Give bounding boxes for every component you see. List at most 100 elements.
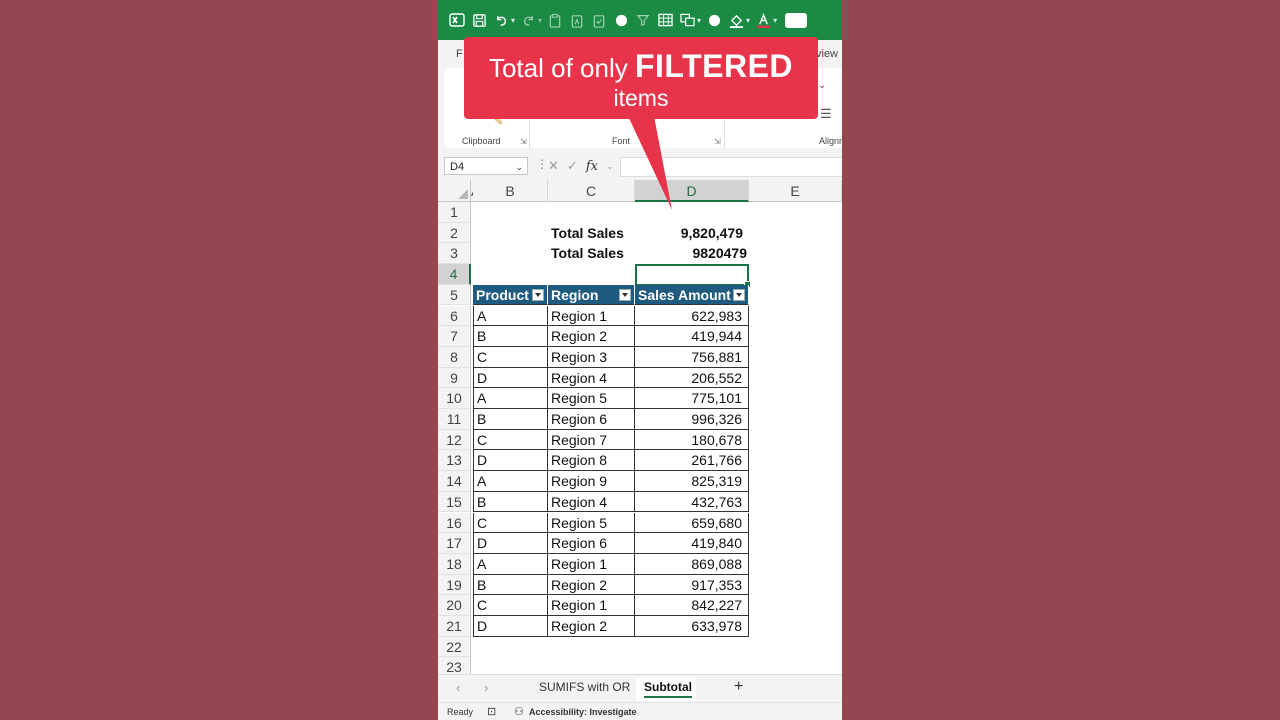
sales-amount-cell[interactable]: 622,983 <box>635 305 749 327</box>
filter-dropdown-icon[interactable] <box>619 288 631 301</box>
chevron-down-icon[interactable]: ⌄ <box>515 158 523 176</box>
row-header-5[interactable]: 5 <box>438 284 471 306</box>
accessibility-status[interactable]: Accessibility: Investigate <box>529 707 637 717</box>
product-cell[interactable]: C <box>473 429 548 451</box>
chevron-down-icon[interactable]: ▾ <box>697 16 701 25</box>
row-header-9[interactable]: 9 <box>438 367 471 389</box>
tab-sumifs-with-or[interactable]: SUMIFS with OR <box>539 680 630 694</box>
chevron-down-icon[interactable]: ▾ <box>773 16 777 25</box>
circle-icon[interactable] <box>612 11 630 29</box>
clipboard-icon[interactable] <box>546 11 564 29</box>
dialog-launcher-icon[interactable]: ⇲ <box>714 137 721 146</box>
select-all-corner[interactable] <box>438 180 471 202</box>
summary-value[interactable]: 9820479 <box>635 243 749 264</box>
product-cell[interactable]: C <box>473 595 548 616</box>
active-cell-d4[interactable] <box>635 264 751 288</box>
row-header-1[interactable]: 1 <box>438 202 471 223</box>
region-cell[interactable]: Region 1 <box>548 305 635 327</box>
product-cell[interactable]: D <box>473 616 548 637</box>
indent-icon[interactable]: ☰ <box>820 106 832 122</box>
row-header-2[interactable]: 2 <box>438 222 471 244</box>
more-icon[interactable]: ⋮ <box>536 157 548 171</box>
macro-icon[interactable]: ⊡ <box>487 705 496 718</box>
product-cell[interactable]: A <box>473 388 548 409</box>
product-cell[interactable]: D <box>473 533 548 554</box>
clipboard-a-icon[interactable] <box>568 11 586 29</box>
redo-icon[interactable] <box>519 11 537 29</box>
product-cell[interactable]: A <box>473 471 548 492</box>
region-cell[interactable]: Region 6 <box>548 409 635 430</box>
sales-amount-cell[interactable]: 432,763 <box>635 491 749 513</box>
tab-subtotal[interactable]: Subtotal <box>644 680 692 698</box>
toolbar-overflow[interactable] <box>785 12 808 28</box>
font-color-icon[interactable] <box>754 11 772 29</box>
sales-amount-cell[interactable]: 633,978 <box>635 616 749 637</box>
row-header-17[interactable]: 17 <box>438 533 471 554</box>
tab-view[interactable]: view <box>816 48 838 60</box>
sales-amount-cell[interactable]: 917,353 <box>635 574 749 596</box>
region-cell[interactable]: Region 1 <box>548 553 635 575</box>
region-cell[interactable]: Region 1 <box>548 595 635 616</box>
table-header-region[interactable]: Region <box>548 284 635 306</box>
confirm-icon[interactable]: ✓ <box>567 158 578 174</box>
chevron-down-icon[interactable]: ▾ <box>746 16 750 25</box>
chevron-down-icon[interactable]: ▾ <box>511 16 515 25</box>
region-cell[interactable]: Region 4 <box>548 491 635 513</box>
sales-amount-cell[interactable]: 206,552 <box>635 367 749 389</box>
region-cell[interactable]: Region 7 <box>548 429 635 451</box>
product-cell[interactable]: D <box>473 367 548 389</box>
sales-amount-cell[interactable]: 261,766 <box>635 450 749 472</box>
sales-amount-cell[interactable]: 659,680 <box>635 512 749 534</box>
sales-amount-cell[interactable]: 842,227 <box>635 595 749 616</box>
add-sheet-button[interactable]: + <box>734 678 743 696</box>
region-cell[interactable]: Region 4 <box>548 367 635 389</box>
filter-icon[interactable] <box>634 11 652 29</box>
sales-amount-cell[interactable]: 996,326 <box>635 409 749 430</box>
region-cell[interactable]: Region 9 <box>548 471 635 492</box>
product-cell[interactable]: B <box>473 574 548 596</box>
sales-amount-cell[interactable]: 869,088 <box>635 553 749 575</box>
product-cell[interactable]: C <box>473 512 548 534</box>
region-cell[interactable]: Region 2 <box>548 326 635 347</box>
row-header-15[interactable]: 15 <box>438 491 471 513</box>
format-icon[interactable] <box>678 11 696 29</box>
sales-amount-cell[interactable]: 180,678 <box>635 429 749 451</box>
table-icon[interactable] <box>656 11 674 29</box>
row-header-20[interactable]: 20 <box>438 595 471 616</box>
row-header-14[interactable]: 14 <box>438 471 471 492</box>
chevron-down-icon[interactable]: ⌄ <box>818 80 826 91</box>
column-header-e[interactable]: E <box>749 180 842 202</box>
row-header-21[interactable]: 21 <box>438 616 471 637</box>
sales-amount-cell[interactable]: 825,319 <box>635 471 749 492</box>
table-header-product[interactable]: Product <box>473 284 548 306</box>
product-cell[interactable]: A <box>473 553 548 575</box>
table-header-sales-amount[interactable]: Sales Amount <box>635 284 749 306</box>
row-header-13[interactable]: 13 <box>438 450 471 472</box>
row-header-11[interactable]: 11 <box>438 409 471 430</box>
row-header-3[interactable]: 3 <box>438 243 471 265</box>
region-cell[interactable]: Region 5 <box>548 512 635 534</box>
filter-dropdown-icon[interactable] <box>532 288 544 301</box>
row-header-16[interactable]: 16 <box>438 512 471 534</box>
tab-file[interactable]: F <box>456 48 463 60</box>
chevron-down-icon[interactable]: ▾ <box>538 16 542 25</box>
region-cell[interactable]: Region 2 <box>548 616 635 637</box>
region-cell[interactable]: Region 6 <box>548 533 635 554</box>
row-header-22[interactable]: 22 <box>438 636 471 658</box>
undo-icon[interactable] <box>492 11 510 29</box>
filter-dropdown-icon[interactable] <box>733 288 745 301</box>
row-header-19[interactable]: 19 <box>438 574 471 596</box>
product-cell[interactable]: A <box>473 305 548 327</box>
row-header-12[interactable]: 12 <box>438 429 471 451</box>
row-header-10[interactable]: 10 <box>438 388 471 409</box>
sales-amount-cell[interactable]: 419,944 <box>635 326 749 347</box>
sales-amount-cell[interactable]: 419,840 <box>635 533 749 554</box>
row-header-7[interactable]: 7 <box>438 326 471 347</box>
region-cell[interactable]: Region 5 <box>548 388 635 409</box>
product-cell[interactable]: C <box>473 346 548 368</box>
chevron-down-icon[interactable]: ⌄ <box>606 161 614 172</box>
region-cell[interactable]: Region 8 <box>548 450 635 472</box>
region-cell[interactable]: Region 2 <box>548 574 635 596</box>
product-cell[interactable]: B <box>473 326 548 347</box>
column-header-b[interactable]: B <box>473 180 548 202</box>
